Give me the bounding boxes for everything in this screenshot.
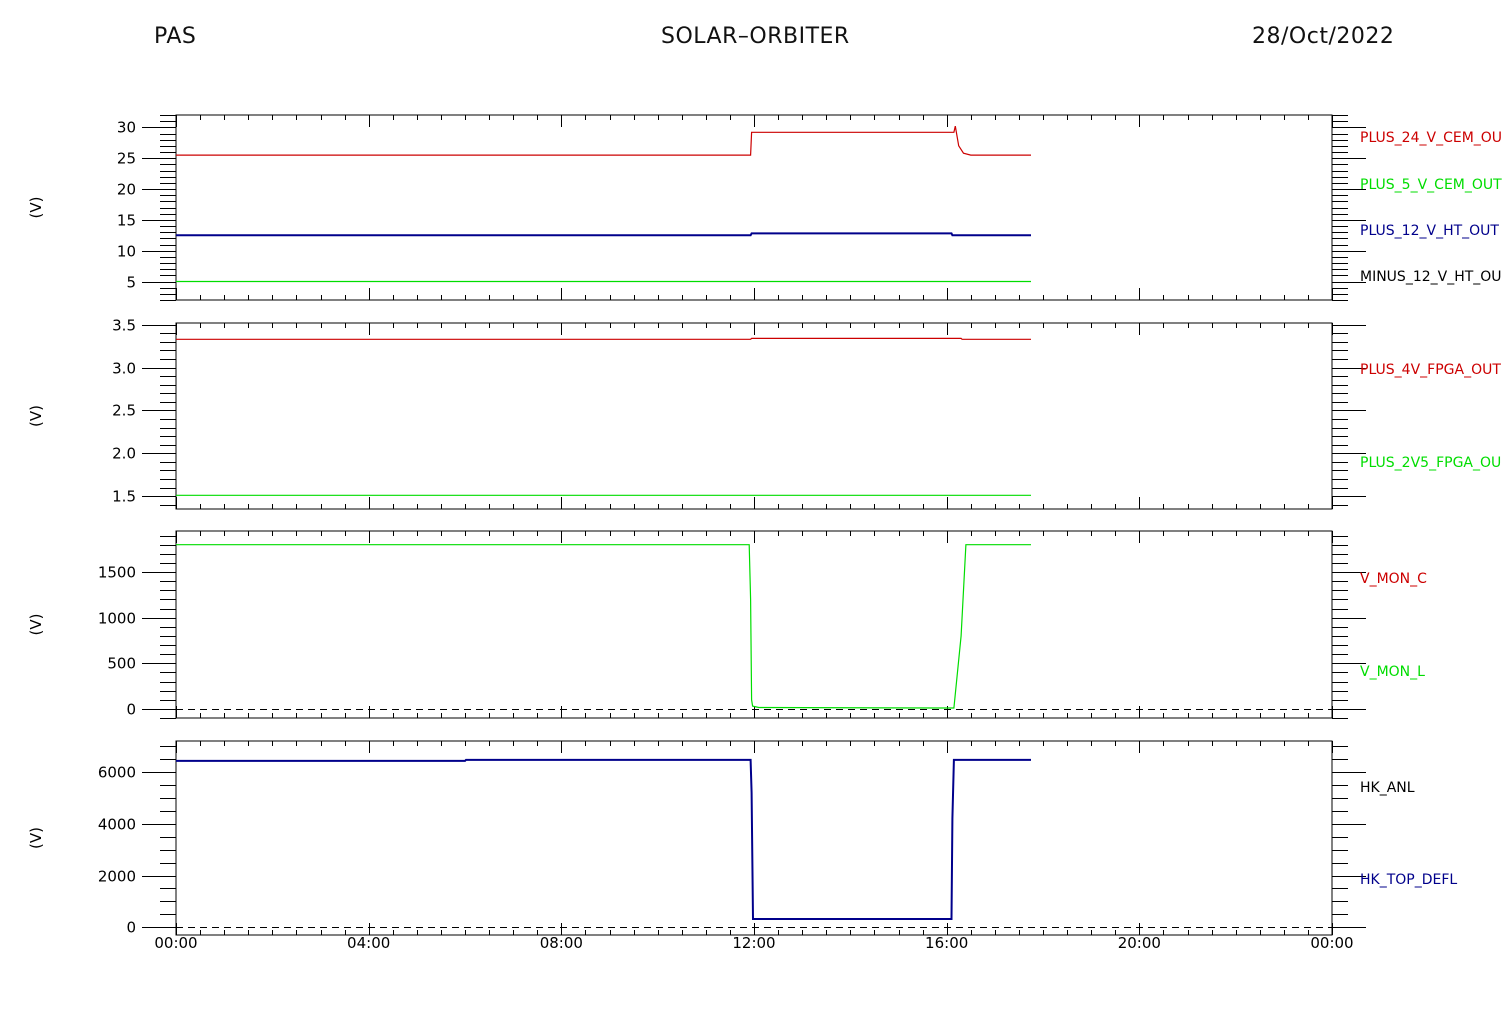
series-line [176, 125, 1031, 156]
x-tick-label: 04:00 [347, 934, 390, 952]
panel-frame [175, 530, 1333, 719]
legend-entry: HK_TOP_DEFL [1360, 872, 1457, 888]
panel-frame [175, 322, 1333, 510]
y-tick-label: 2.5 [112, 402, 136, 420]
y-axis-label: (V) [27, 405, 45, 427]
housekeeping-plot: 5 10 15 20 25 30 (V) PLUS_24_V_CEM_OU PLUS_5_V_C… [27, 114, 1502, 952]
y-tick-label: 0 [126, 701, 136, 719]
y-axis-label: (V) [27, 614, 45, 636]
legend-entry: HK_ANL [1360, 780, 1415, 796]
x-tick-label: 08:00 [540, 934, 583, 952]
y-tick-label: 20 [117, 181, 136, 199]
y-tick-label: 1500 [98, 564, 136, 582]
y-tick-label: 3.5 [112, 317, 136, 335]
legend-entry: PLUS_24_V_CEM_OU [1360, 130, 1502, 146]
x-tick-label: 00:00 [1310, 934, 1353, 952]
x-tick-label: 12:00 [732, 934, 775, 952]
x-tick-label: 16:00 [925, 934, 968, 952]
y-tick-label: 10 [117, 243, 136, 261]
panel-frame [175, 114, 1333, 301]
legend-entry: V_MON_L [1360, 664, 1425, 680]
y-tick-label: 500 [107, 655, 136, 673]
y-tick-label: 2000 [98, 868, 136, 886]
legend-entry: PLUS_5_V_CEM_OUT [1360, 177, 1502, 193]
series-line [176, 544, 1031, 709]
y-tick-label: 15 [117, 212, 136, 230]
legend-entry: PLUS_4V_FPGA_OUT [1360, 362, 1501, 378]
legend-entry: MINUS_12_V_HT_OU [1360, 269, 1502, 285]
legend-entry: PLUS_12_V_HT_OUT [1360, 223, 1499, 239]
legend-entry: PLUS_2V5_FPGA_OU [1360, 455, 1501, 471]
x-tick-label: 20:00 [1118, 934, 1161, 952]
y-tick-label: 30 [117, 119, 136, 137]
panel-frame [175, 740, 1333, 936]
legend-entry: V_MON_C [1360, 571, 1427, 587]
y-axis-label: (V) [27, 197, 45, 219]
y-axis-label: (V) [27, 827, 45, 849]
y-tick-label: 6000 [98, 764, 136, 782]
y-tick-label: 1.5 [112, 488, 136, 506]
series-line [176, 337, 1031, 340]
y-tick-label: 25 [117, 150, 136, 168]
y-tick-label: 5 [126, 274, 136, 292]
y-tick-label: 3.0 [112, 360, 136, 378]
y-tick-label: 4000 [98, 816, 136, 834]
series-line [176, 758, 1031, 920]
x-tick-label: 00:00 [154, 934, 197, 952]
y-tick-label: 0 [126, 919, 136, 937]
series-line [176, 232, 1031, 237]
y-tick-label: 2.0 [112, 445, 136, 463]
y-tick-label: 1000 [98, 610, 136, 628]
